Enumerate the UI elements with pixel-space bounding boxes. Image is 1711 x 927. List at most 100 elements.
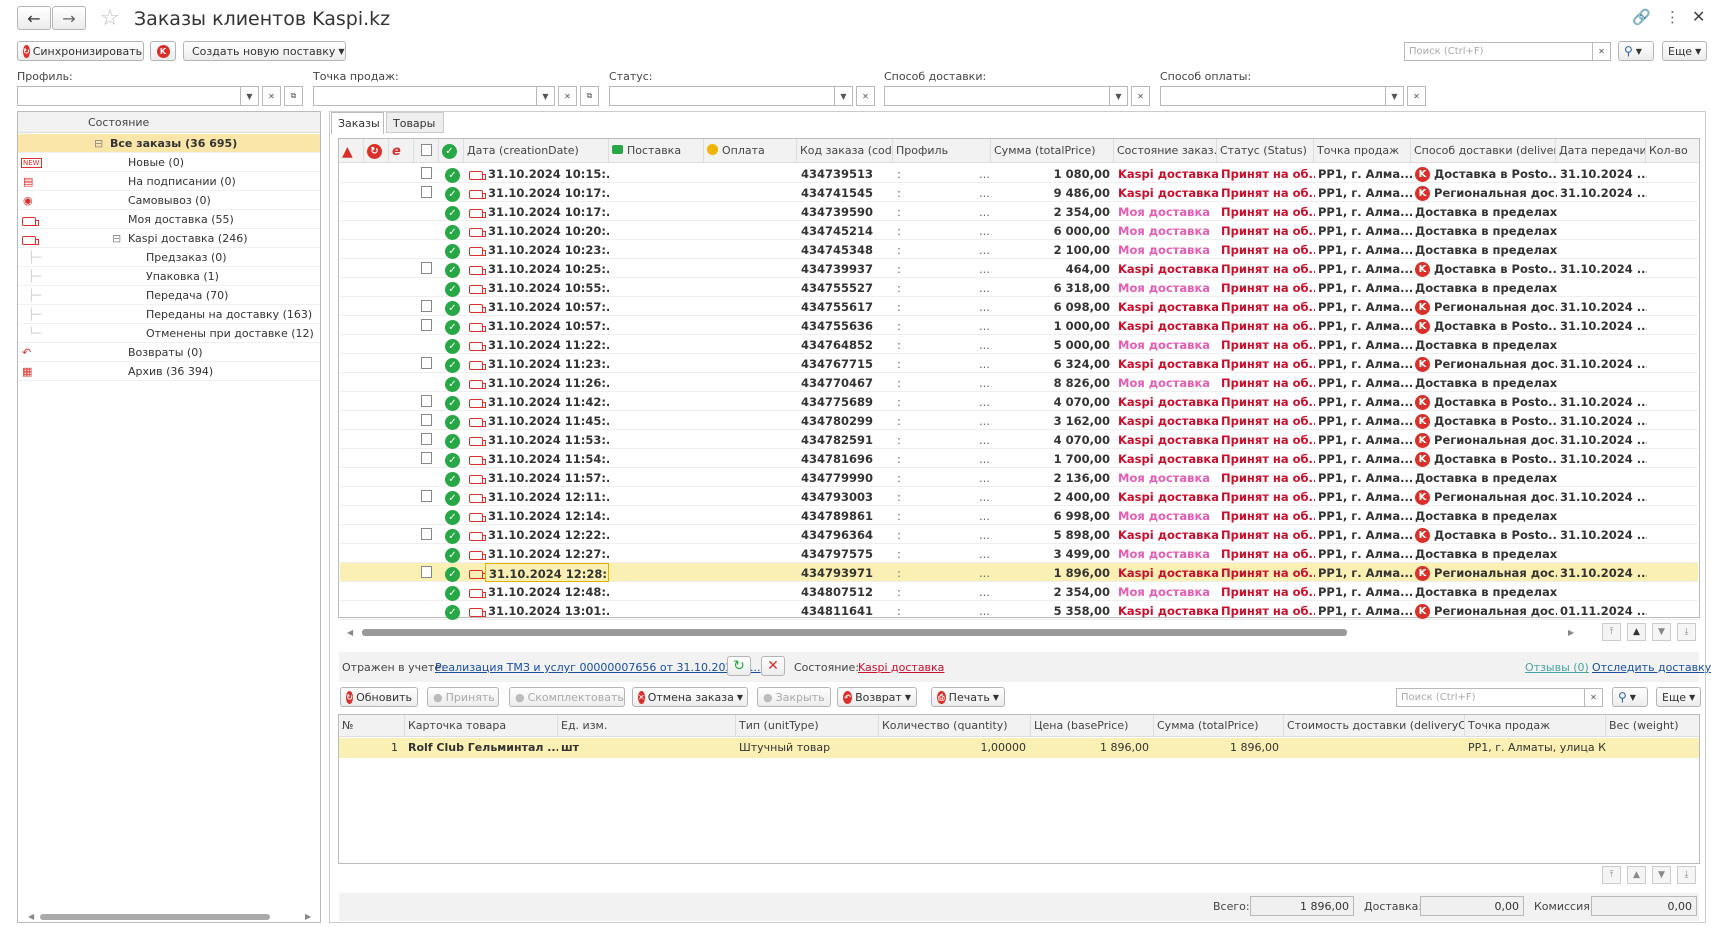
table-row[interactable]: ✓ 31.10.2024 11:57:... 434779990:... 2 136,…	[340, 468, 1698, 487]
profile-clear-icon[interactable]: ✕	[262, 86, 281, 106]
table-row[interactable]: ✓ 31.10.2024 12:48:... 434807512:... 2 354,…	[340, 582, 1698, 601]
tree-item-handed[interactable]: ├─ Переданы на доставку (163)	[18, 305, 320, 324]
point-dropdown-icon[interactable]: ▼	[536, 86, 555, 106]
col-sum[interactable]: Сумма (totalPrice)	[991, 139, 1114, 163]
tab-goods[interactable]: Товары	[386, 112, 444, 133]
print-button[interactable]: ⎙ Печать ▼	[931, 687, 1005, 707]
items-col-point[interactable]: Точка продаж	[1465, 715, 1606, 737]
table-row[interactable]: ✓ 31.10.2024 11:53:... 434782591:... 4 070,…	[340, 430, 1698, 449]
table-row[interactable]: ✓ 31.10.2024 10:57:... 434755636:... 1 000,…	[340, 316, 1698, 335]
scroll-first-icon[interactable]: ⤒	[1602, 623, 1621, 641]
tree-item-preorder[interactable]: ├─ Предзаказ (0)	[18, 248, 320, 267]
table-row[interactable]: ✓ 31.10.2024 10:17:... 434741545:... 9 486,…	[340, 183, 1698, 202]
items-col-price[interactable]: Цена (basePrice)	[1031, 715, 1154, 737]
col-kaspi[interactable]: ↻	[364, 139, 389, 163]
table-row[interactable]: ✓ 31.10.2024 11:45:... 434780299:... 3 162,…	[340, 411, 1698, 430]
favorite-star-icon[interactable]: ☆	[100, 6, 120, 31]
delete-link-button[interactable]: ✕	[761, 656, 785, 676]
point-open-icon[interactable]: ⧉	[580, 86, 599, 106]
cancel-order-button[interactable]: ✕ Отмена заказа ▼	[632, 687, 748, 707]
grid-hscrollbar[interactable]	[362, 629, 1347, 636]
items-search-input[interactable]: Поиск (Ctrl+F)	[1396, 688, 1585, 707]
table-row[interactable]: ✓ 31.10.2024 12:27:... 434797575:... 3 499,…	[340, 544, 1698, 563]
scroll-up-icon[interactable]: ▲	[1627, 623, 1646, 641]
col-status[interactable]: Статус (Status)	[1217, 139, 1314, 163]
profile-open-icon[interactable]: ⧉	[284, 86, 303, 106]
table-row[interactable]: ✓ 31.10.2024 11:54:... 434781696:... 1 700,…	[340, 449, 1698, 468]
tree-item-packing[interactable]: ├─ Упаковка (1)	[18, 267, 320, 286]
scroll-left-icon[interactable]: ◀	[347, 628, 353, 637]
more-vertical-icon[interactable]: ⋮	[1665, 8, 1680, 26]
table-row[interactable]: ✓ 31.10.2024 10:25:... 434739937:... 464,00…	[340, 259, 1698, 278]
items-col-card[interactable]: Карточка товара	[405, 715, 558, 737]
scroll-down-icon[interactable]: ▼	[1652, 623, 1671, 641]
items-scroll-down-icon[interactable]: ▼	[1652, 866, 1671, 884]
col-date[interactable]: Дата (creationDate)	[464, 139, 609, 163]
delivery-dropdown-icon[interactable]: ▼	[1109, 86, 1128, 106]
items-col-weight[interactable]: Вес (weight)	[1606, 715, 1699, 737]
state-link[interactable]: Kaspi доставка	[858, 661, 944, 674]
search-input[interactable]: Поиск (Ctrl+F)	[1404, 42, 1593, 61]
tree-item-my-delivery[interactable]: Моя доставка (55)	[18, 210, 320, 229]
scroll-left-icon[interactable]: ◀	[28, 912, 34, 921]
table-row[interactable]: ✓ 31.10.2024 10:20:... 434745214:... 6 000,…	[340, 221, 1698, 240]
refresh-button[interactable]: ↻ Обновить	[340, 687, 418, 707]
tree-item-signing[interactable]: ▤ На подписании (0)	[18, 172, 320, 191]
table-row[interactable]: ✓ 31.10.2024 11:23:... 434767715:... 6 324,…	[340, 354, 1698, 373]
items-scroll-first-icon[interactable]: ⤒	[1602, 866, 1621, 884]
close-icon[interactable]: ✕	[1692, 7, 1705, 26]
col-check[interactable]: ✓	[439, 139, 464, 163]
items-col-no[interactable]: №	[339, 715, 405, 737]
items-col-sum[interactable]: Сумма (totalPrice)	[1154, 715, 1284, 737]
scroll-right-icon[interactable]: ▶	[305, 912, 311, 921]
table-row[interactable]: ✓ 31.10.2024 11:26:... 434770467:... 8 826,…	[340, 373, 1698, 392]
col-delivery[interactable]: Способ доставки (delivery...	[1411, 139, 1556, 163]
col-transfer[interactable]: Дата передачи	[1556, 139, 1646, 163]
tree-hscrollbar[interactable]	[40, 914, 270, 920]
table-row[interactable]: ✓ 31.10.2024 11:42:... 434775689:... 4 070,…	[340, 392, 1698, 411]
items-col-delivery-cost[interactable]: Стоимость доставки (deliveryCost)	[1284, 715, 1465, 737]
items-col-type[interactable]: Тип (unitType)	[736, 715, 879, 737]
items-col-qty[interactable]: Количество (quantity)	[879, 715, 1031, 737]
tree-item-pickup[interactable]: ◉ Самовывоз (0)	[18, 191, 320, 210]
table-row[interactable]: ✓ 31.10.2024 10:17:... 434739590:... 2 354,…	[340, 202, 1698, 221]
profile-field[interactable]	[17, 86, 241, 106]
status-field[interactable]	[609, 86, 835, 106]
table-row[interactable]: ✓ 31.10.2024 10:55:... 434755527:... 6 318,…	[340, 278, 1698, 297]
table-row[interactable]: ✓ 31.10.2024 10:15:... 434739513:... 1 080,…	[340, 164, 1698, 183]
point-clear-icon[interactable]: ✕	[558, 86, 577, 106]
refresh-link-button[interactable]: ↻	[727, 656, 751, 676]
clear-search-icon[interactable]: ✕	[1592, 42, 1611, 61]
payment-clear-icon[interactable]: ✕	[1407, 86, 1426, 106]
items-scroll-last-icon[interactable]: ⤓	[1677, 866, 1696, 884]
close-order-button[interactable]: ● Закрыть	[757, 687, 831, 707]
scroll-last-icon[interactable]: ⤓	[1677, 623, 1696, 641]
items-col-unit[interactable]: Ед. изм.	[558, 715, 736, 737]
kaspi-button[interactable]: K	[150, 41, 176, 61]
col-qty[interactable]: Кол-во	[1646, 139, 1699, 163]
items-more-button[interactable]: Еще ▼	[1656, 687, 1701, 707]
track-delivery-link[interactable]: Отследить доставку	[1592, 661, 1711, 674]
col-profile[interactable]: Профиль	[893, 139, 991, 163]
status-dropdown-icon[interactable]: ▼	[834, 86, 853, 106]
table-row[interactable]: ✓ 31.10.2024 12:28:... 434793971:... 1 896,…	[340, 563, 1698, 582]
accept-button[interactable]: ● Принять	[427, 687, 499, 707]
table-row[interactable]: ✓ 31.10.2024 10:57:... 434755617:... 6 098,…	[340, 297, 1698, 316]
table-row[interactable]: ✓ 31.10.2024 13:01:... 434811641:... 5 358,…	[340, 601, 1698, 620]
forward-button[interactable]: →	[52, 6, 86, 30]
reviews-link[interactable]: Отзывы (0)	[1525, 661, 1589, 674]
tree-item-cancelled[interactable]: └─ Отменены при доставке (12)	[18, 324, 320, 343]
link-icon[interactable]: 🔗	[1632, 8, 1651, 26]
table-row[interactable]: ✓ 31.10.2024 12:11:... 434793003:... 2 400,…	[340, 487, 1698, 506]
return-button[interactable]: ↶ Возврат ▼	[837, 687, 917, 707]
accounting-doc-link[interactable]: Реализация ТМЗ и услуг 00000007656 от 31…	[435, 661, 761, 674]
assemble-button[interactable]: ● Скомплектовать	[509, 687, 625, 707]
items-scroll-up-icon[interactable]: ▲	[1627, 866, 1646, 884]
tree-item-archive[interactable]: ▦ Архив (36 394)	[18, 362, 320, 381]
payment-dropdown-icon[interactable]: ▼	[1385, 86, 1404, 106]
table-row[interactable]: ✓ 31.10.2024 12:22:... 434796364:... 5 898,…	[340, 525, 1698, 544]
tree-item-returns[interactable]: ↶ Возвраты (0)	[18, 343, 320, 362]
col-state[interactable]: Состояние заказ...	[1114, 139, 1217, 163]
col-warning[interactable]: ▲	[339, 139, 364, 163]
more-button[interactable]: Еще ▼	[1662, 41, 1707, 61]
